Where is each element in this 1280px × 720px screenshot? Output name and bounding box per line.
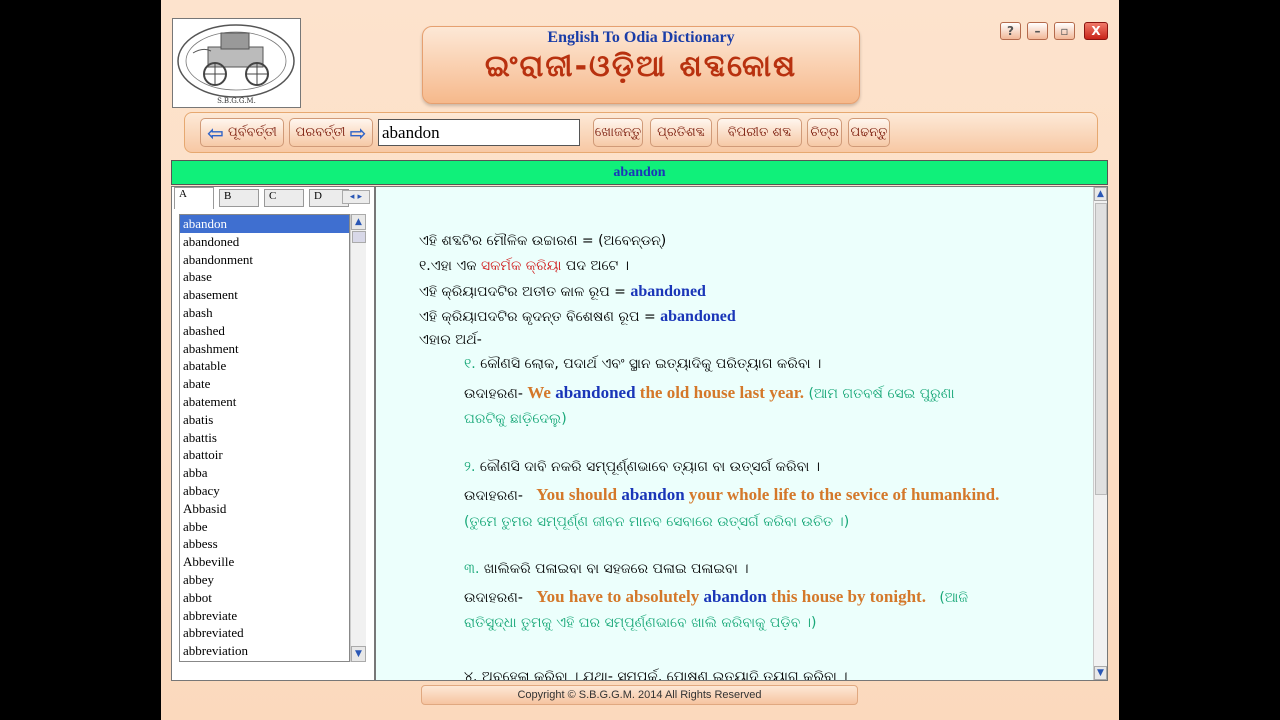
list-item[interactable]: abbreviate bbox=[180, 607, 349, 625]
scroll-up-icon[interactable]: ▲ bbox=[1094, 187, 1107, 201]
tab-scroll-arrows[interactable]: ◂ ▸ bbox=[342, 190, 370, 204]
next-button[interactable]: ପରବର୍ତ୍ତୀ ⇨ bbox=[289, 118, 373, 147]
tab-a[interactable]: A bbox=[174, 187, 214, 209]
sbggm-logo: S.B.G.G.M. bbox=[172, 18, 301, 108]
list-item[interactable]: abasement bbox=[180, 286, 349, 304]
scroll-down-icon[interactable]: ▼ bbox=[1094, 666, 1107, 680]
list-item[interactable]: abashed bbox=[180, 322, 349, 340]
list-item[interactable]: abatable bbox=[180, 357, 349, 375]
list-item[interactable]: abbey bbox=[180, 571, 349, 589]
part-of-speech-line: ୧.ଏହା ଏକ ସକର୍ମକ କ୍ରିୟା ପଦ ଅଟେ । bbox=[419, 258, 630, 274]
antonym-button[interactable]: ବିପରୀତ ଶବ୍ଦ bbox=[717, 118, 802, 147]
toolbar: ⇦ ପୂର୍ବବର୍ତ୍ତୀ ପରବର୍ତ୍ତୀ ⇨ ଖୋଜନ୍ତୁ ପ୍ରତି… bbox=[184, 112, 1098, 153]
scroll-thumb[interactable] bbox=[1095, 203, 1107, 495]
example-1: ଉଦାହରଣ- We abandoned the old house last … bbox=[464, 383, 955, 402]
meaning-label: ଏହାର ଅର୍ଥ- bbox=[419, 332, 482, 348]
minimize-button[interactable]: – bbox=[1027, 22, 1048, 40]
list-item[interactable]: abbacy bbox=[180, 482, 349, 500]
pronunciation-line: ଏହି ଶବ୍ଦଟିର ମୌଳିକ ଉଚ୍ଚାରଣ = (ଅବେନ୍‌ଡନ୍) bbox=[419, 233, 667, 249]
next-label: ପରବର୍ତ୍ତୀ bbox=[295, 125, 346, 140]
current-word-bar: abandon bbox=[171, 160, 1108, 185]
example-2: ଉଦାହରଣ- You should abandon your whole li… bbox=[464, 485, 1000, 504]
list-item[interactable]: abbess bbox=[180, 535, 349, 553]
list-item[interactable]: abbot bbox=[180, 589, 349, 607]
list-item[interactable]: abbreviation bbox=[180, 642, 349, 660]
search-input[interactable] bbox=[378, 119, 580, 146]
list-item[interactable]: Abbasid bbox=[180, 500, 349, 518]
picture-button[interactable]: ଚିତ୍ର bbox=[807, 118, 842, 147]
read-aloud-button[interactable]: ପଢନ୍ତୁ bbox=[848, 118, 890, 147]
meaning-3: ୩. ଖାଲିକରି ପଳାଇବା ବା ସହଜରେ ପଳାଇ ପଳାଇବା । bbox=[464, 561, 749, 577]
list-item[interactable]: abandoned bbox=[180, 233, 349, 251]
example-3: ଉଦାହରଣ- You have to absolutely abandon t… bbox=[464, 587, 969, 606]
dictionary-window: S.B.G.G.M. English To Odia Dictionary ଇଂ… bbox=[161, 0, 1119, 720]
meaning-2: ୨. କୌଣସି ଦାବି ନକରି ସମ୍ପୂର୍ଣ୍ଣଭାବେ ତ୍ୟାଗ … bbox=[464, 459, 821, 475]
help-button[interactable]: ? bbox=[1000, 22, 1021, 40]
chariot-emblem-icon bbox=[177, 24, 295, 98]
example-1-translation: ଘରଟିକୁ ଛାଡ଼ିଦେଲୁ) bbox=[464, 411, 567, 427]
example-3-translation: ରାତିସୁଦ୍ଧା ତୁମକୁ ଏହି ଘର ସମ୍ପୂର୍ଣ୍ଣଭାବେ ଖ… bbox=[464, 615, 817, 631]
title-odia: ଇଂରାଜୀ-ଓଡ଼ିଆ ଶବ୍ଦକୋଷ bbox=[484, 49, 798, 84]
arrow-right-icon: ⇨ bbox=[349, 120, 367, 145]
previous-label: ପୂର୍ବବର୍ତ୍ତୀ bbox=[228, 125, 277, 140]
list-item[interactable]: abashment bbox=[180, 340, 349, 358]
previous-button[interactable]: ⇦ ପୂର୍ବବର୍ତ୍ତୀ bbox=[200, 118, 284, 147]
synonym-button[interactable]: ପ୍ରତିଶବ୍ଦ bbox=[650, 118, 712, 147]
app-title-banner: English To Odia Dictionary ଇଂରାଜୀ-ଓଡ଼ିଆ … bbox=[422, 26, 860, 104]
scroll-thumb[interactable] bbox=[352, 231, 366, 243]
word-list-scrollbar[interactable]: ▲ ▼ bbox=[350, 214, 366, 662]
participle-line: ଏହି କ୍ରିୟାପଦଟିର କୃଦନ୍ତ ବିଶେଷଣ ରୂପ = aban… bbox=[419, 308, 736, 325]
logo-caption: S.B.G.G.M. bbox=[217, 97, 256, 105]
search-button[interactable]: ଖୋଜନ୍ତୁ bbox=[593, 118, 643, 147]
close-button[interactable]: X bbox=[1084, 22, 1108, 40]
past-tense-line: ଏହି କ୍ରିୟାପଦଟିର ଅତୀତ କାଳ ରୂପ = abandoned bbox=[419, 283, 706, 300]
list-item[interactable]: abbe bbox=[180, 518, 349, 536]
tab-b[interactable]: B bbox=[219, 189, 259, 207]
list-item[interactable]: abattis bbox=[180, 429, 349, 447]
list-item[interactable]: abattoir bbox=[180, 446, 349, 464]
maximize-button[interactable]: ▫ bbox=[1054, 22, 1075, 40]
list-item[interactable]: abash bbox=[180, 304, 349, 322]
list-item[interactable]: abba bbox=[180, 464, 349, 482]
tab-c[interactable]: C bbox=[264, 189, 304, 207]
word-list[interactable]: abandon abandoned abandonment abase abasemen… bbox=[179, 214, 350, 662]
example-2-translation: (ତୁମେ ତୁମର ସମ୍ପୂର୍ଣ୍ଣ ଜୀବନ ମାନବ ସେବାରେ ଉ… bbox=[464, 514, 850, 530]
list-item[interactable]: abate bbox=[180, 375, 349, 393]
definition-scrollbar[interactable]: ▲ ▼ bbox=[1093, 187, 1107, 680]
meaning-4-partial: ୪. ଅବହେଳା କରିବା । ଯଥା- ସମ୍ପର୍କ, ପୋଷଣ ଇତ୍… bbox=[464, 669, 848, 681]
list-item[interactable]: abase bbox=[180, 268, 349, 286]
scroll-down-icon[interactable]: ▼ bbox=[351, 646, 366, 662]
title-english: English To Odia Dictionary bbox=[547, 29, 735, 46]
list-item[interactable]: abandon bbox=[180, 215, 349, 233]
list-item[interactable]: abandonment bbox=[180, 251, 349, 269]
list-item[interactable]: abatement bbox=[180, 393, 349, 411]
list-item[interactable]: abbreviated bbox=[180, 624, 349, 642]
scroll-up-icon[interactable]: ▲ bbox=[351, 214, 366, 230]
word-list-panel: A B C D ◂ ▸ abandon abandoned abandonment a… bbox=[171, 186, 375, 681]
list-item[interactable]: Abbeville bbox=[180, 553, 349, 571]
copyright-footer: Copyright © S.B.G.G.M. 2014 All Rights R… bbox=[421, 685, 858, 705]
arrow-left-icon: ⇦ bbox=[207, 120, 224, 145]
meaning-1: ୧. କୌଣସି ଲୋକ, ପଦାର୍ଥ ଏବଂ ସ୍ଥାନ ଇତ୍ୟାଦିକୁ… bbox=[464, 356, 822, 372]
definition-panel: ଏହି ଶବ୍ଦଟିର ମୌଳିକ ଉଚ୍ଚାରଣ = (ଅବେନ୍‌ଡନ୍) … bbox=[375, 186, 1108, 681]
list-item[interactable]: abatis bbox=[180, 411, 349, 429]
